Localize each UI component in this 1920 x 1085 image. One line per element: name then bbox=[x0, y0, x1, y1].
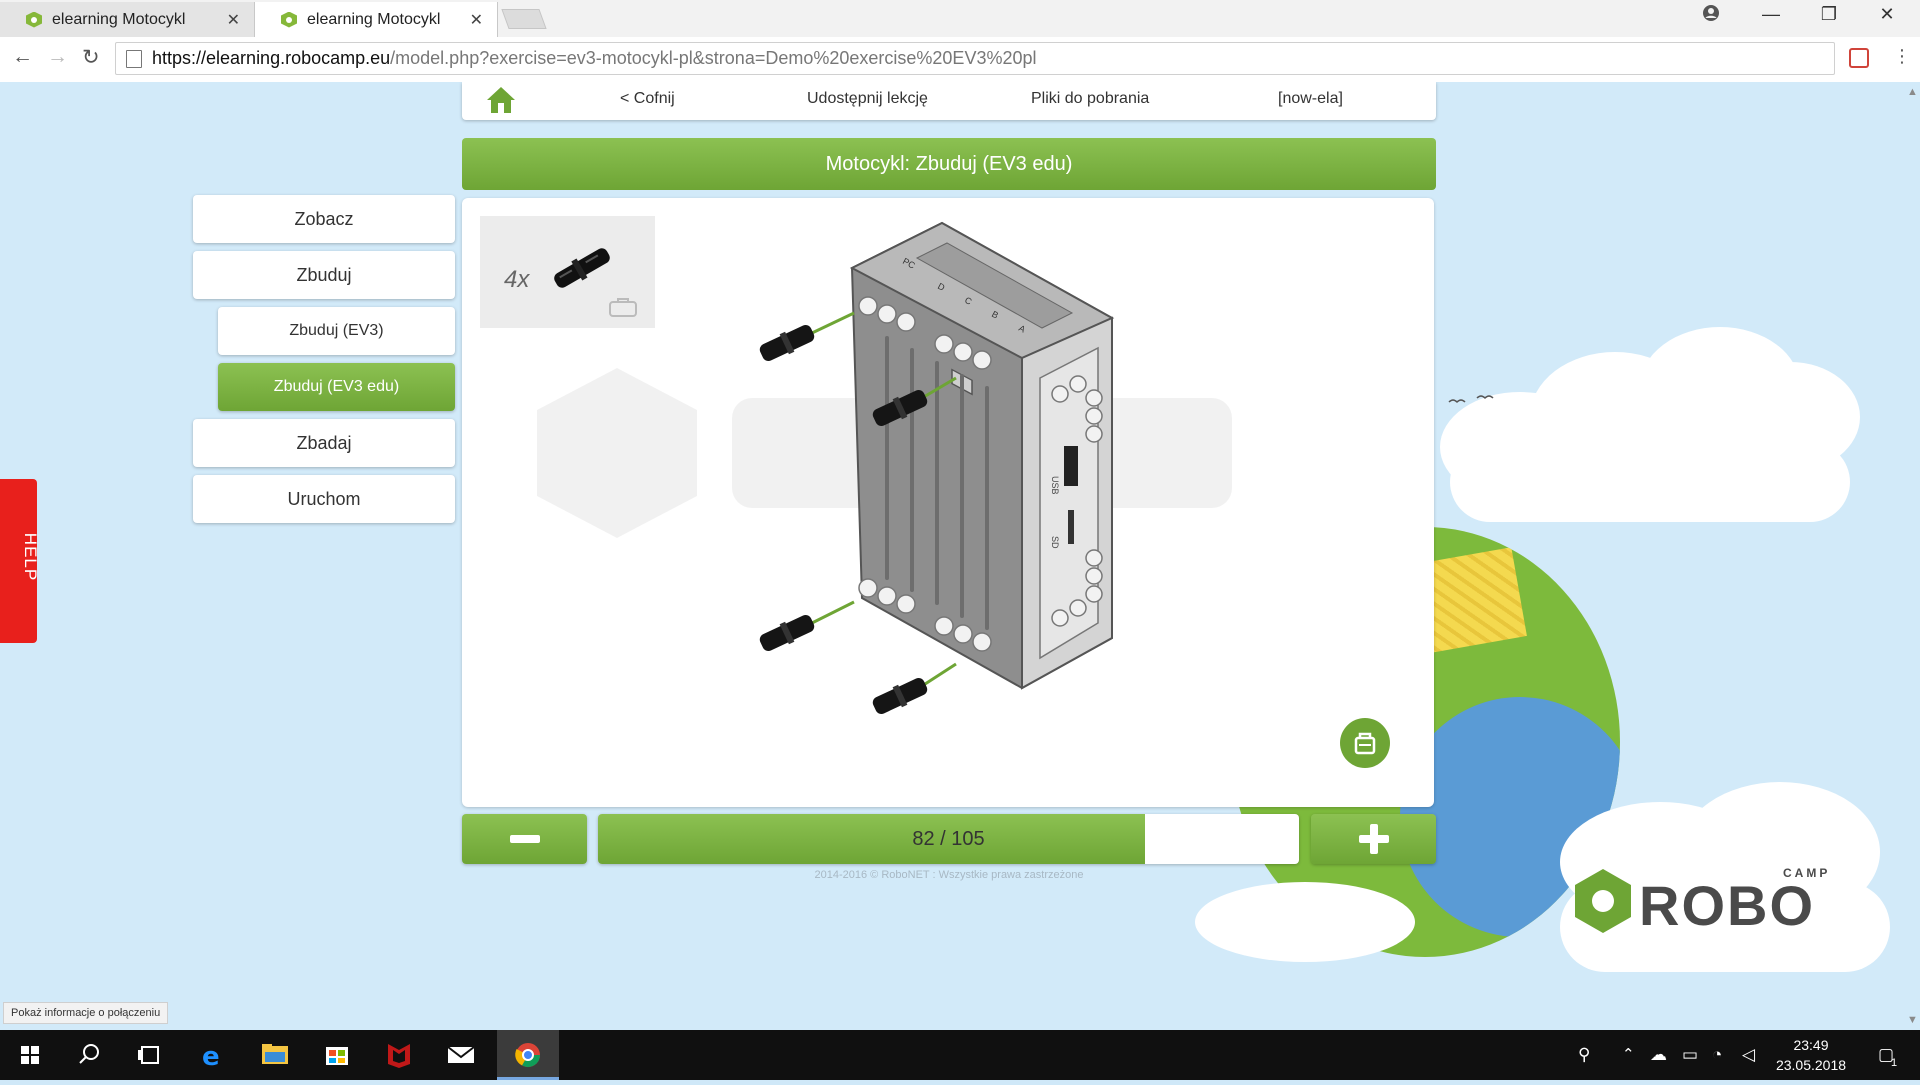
svg-text:e: e bbox=[202, 1042, 220, 1072]
sidebar-item-uruchom[interactable]: Uruchom bbox=[193, 475, 455, 523]
notification-count: 1 bbox=[1891, 1057, 1898, 1069]
help-tab[interactable]: HELP bbox=[0, 479, 41, 643]
chrome-taskbar-button[interactable] bbox=[497, 1030, 559, 1080]
browser-tab-2[interactable]: elearning Motocykl ✕ bbox=[254, 2, 498, 37]
restore-icon[interactable]: ❐ bbox=[1814, 4, 1844, 25]
instruction-panel: 4x PC D C B A USB SD bbox=[462, 198, 1434, 807]
chevron-up-icon[interactable]: ⌃ bbox=[1622, 1045, 1635, 1063]
onedrive-icon[interactable]: ☁ bbox=[1650, 1045, 1667, 1065]
battery-icon[interactable]: ▭ bbox=[1682, 1045, 1698, 1065]
robocamp-logo: ROBO CAMP bbox=[1573, 855, 1853, 955]
url-host: https://elearning.robocamp.eu bbox=[152, 48, 391, 68]
clock-date: 23.05.2018 bbox=[1775, 1057, 1847, 1073]
url-path: /model.php?exercise=ev3-motocykl-pl&stro… bbox=[390, 48, 1037, 68]
task-view-icon[interactable] bbox=[120, 1030, 180, 1080]
page-info-icon[interactable] bbox=[126, 49, 142, 68]
search-icon[interactable] bbox=[60, 1030, 120, 1080]
close-window-icon[interactable]: ✕ bbox=[1872, 4, 1902, 25]
close-tab-icon[interactable]: ✕ bbox=[470, 10, 483, 30]
profile-icon[interactable] bbox=[1696, 4, 1726, 27]
clock-time: 23:49 bbox=[1793, 1037, 1829, 1053]
tab-title: elearning Motocykl bbox=[52, 10, 186, 28]
wifi-icon[interactable]: ◔ bbox=[1712, 1045, 1722, 1065]
tab-title: elearning Motocykl bbox=[307, 10, 441, 28]
logo-sub: CAMP bbox=[1783, 866, 1830, 880]
sidebar-item-zbuduj-ev3-edu[interactable]: Zbuduj (EV3 edu) bbox=[218, 363, 455, 411]
address-bar[interactable]: https://elearning.robocamp.eu/model.php?… bbox=[115, 42, 1835, 75]
black-axle-pin-icon bbox=[554, 248, 610, 288]
help-label: HELP bbox=[21, 532, 41, 582]
part-quantity: 4x bbox=[504, 266, 530, 293]
parts-callout: 4x bbox=[480, 216, 655, 328]
windows-start-icon[interactable] bbox=[0, 1030, 60, 1080]
top-navigation: < Cofnij Udostępnij lekcję Pliki do pobr… bbox=[462, 82, 1436, 120]
people-icon[interactable]: ⚲ bbox=[1578, 1045, 1590, 1065]
back-link[interactable]: < Cofnij bbox=[620, 90, 675, 108]
step-progress-bar: 82 / 105 bbox=[598, 814, 1299, 864]
share-lesson-link[interactable]: Udostępnij lekcję bbox=[807, 90, 928, 108]
robocamp-favicon-icon bbox=[281, 12, 297, 28]
ev3-brick-model: PC D C B A USB SD bbox=[759, 221, 1115, 715]
sidebar-item-zbuduj-ev3[interactable]: Zbuduj (EV3) bbox=[218, 307, 455, 355]
birds-icon bbox=[1448, 395, 1494, 404]
file-explorer-icon[interactable] bbox=[245, 1030, 305, 1080]
browser-chrome: elearning Motocykl ✕ elearning Motocykl … bbox=[0, 0, 1920, 82]
mcafee-icon[interactable] bbox=[369, 1030, 429, 1080]
sd-slot-label: SD bbox=[1050, 536, 1060, 549]
page-scrollbar[interactable]: ▲ ▼ bbox=[1903, 82, 1920, 1030]
status-bubble: Pokaż informacje o połączeniu bbox=[3, 1002, 169, 1024]
browser-toolbar: ← → ↻ https://elearning.robocamp.eu/mode… bbox=[0, 37, 1920, 82]
forward-arrow-icon[interactable]: → bbox=[47, 45, 68, 69]
copyright: 2014-2016 © RoboNET : Wszystkie prawa za… bbox=[814, 869, 1084, 881]
tab-strip: elearning Motocykl ✕ elearning Motocykl … bbox=[0, 0, 1920, 37]
usb-port-label: USB bbox=[1050, 476, 1060, 495]
sidebar-item-zbuduj[interactable]: Zbuduj bbox=[193, 251, 455, 299]
downloads-link[interactable]: Pliki do pobrania bbox=[1031, 90, 1149, 108]
user-link[interactable]: [now-ela] bbox=[1278, 90, 1343, 108]
step-counter: 82 / 105 bbox=[912, 828, 985, 850]
sidebar-item-zbadaj[interactable]: Zbadaj bbox=[193, 419, 455, 467]
next-step-button[interactable] bbox=[1311, 814, 1436, 864]
volume-icon[interactable]: ◁ bbox=[1742, 1045, 1755, 1065]
chrome-icon bbox=[497, 1043, 559, 1080]
scroll-down-icon[interactable]: ▼ bbox=[1907, 1014, 1918, 1026]
page-viewport: < Cofnij Udostępnij lekcję Pliki do pobr… bbox=[0, 82, 1920, 1030]
browser-tab-1[interactable]: elearning Motocykl ✕ bbox=[0, 2, 254, 37]
home-icon[interactable] bbox=[484, 84, 518, 116]
extension-shield-icon[interactable] bbox=[1849, 48, 1869, 68]
windows-taskbar: e ⚲ ⌃ ☁ ▭ ◔ ◁ 23:49 23.05.2018 ▢ 1 bbox=[0, 1030, 1920, 1080]
back-arrow-icon[interactable]: ← bbox=[12, 45, 33, 69]
scroll-up-icon[interactable]: ▲ bbox=[1907, 86, 1918, 98]
page-title: Motocykl: Zbuduj (EV3 edu) bbox=[462, 138, 1436, 190]
taskbar-clock[interactable]: 23:49 23.05.2018 bbox=[1766, 1035, 1856, 1075]
new-tab-button[interactable] bbox=[501, 9, 547, 29]
minimize-icon[interactable]: — bbox=[1756, 4, 1786, 25]
sidebar-item-zobacz[interactable]: Zobacz bbox=[193, 195, 455, 243]
previous-step-button[interactable] bbox=[462, 814, 587, 864]
close-tab-icon[interactable]: ✕ bbox=[227, 10, 240, 30]
kebab-menu-icon[interactable]: ⋮ bbox=[1893, 46, 1911, 67]
edge-browser-icon[interactable]: e bbox=[183, 1030, 243, 1080]
parts-bag-button[interactable] bbox=[1340, 718, 1390, 768]
bag-icon bbox=[1354, 732, 1376, 755]
parts-bag-icon bbox=[609, 298, 637, 317]
logo-brand: ROBO bbox=[1639, 874, 1815, 937]
store-icon[interactable] bbox=[307, 1030, 367, 1080]
robocamp-favicon-icon bbox=[26, 12, 42, 28]
mail-icon[interactable] bbox=[431, 1030, 491, 1080]
reload-icon[interactable]: ↻ bbox=[82, 45, 100, 70]
minus-icon bbox=[510, 835, 540, 843]
